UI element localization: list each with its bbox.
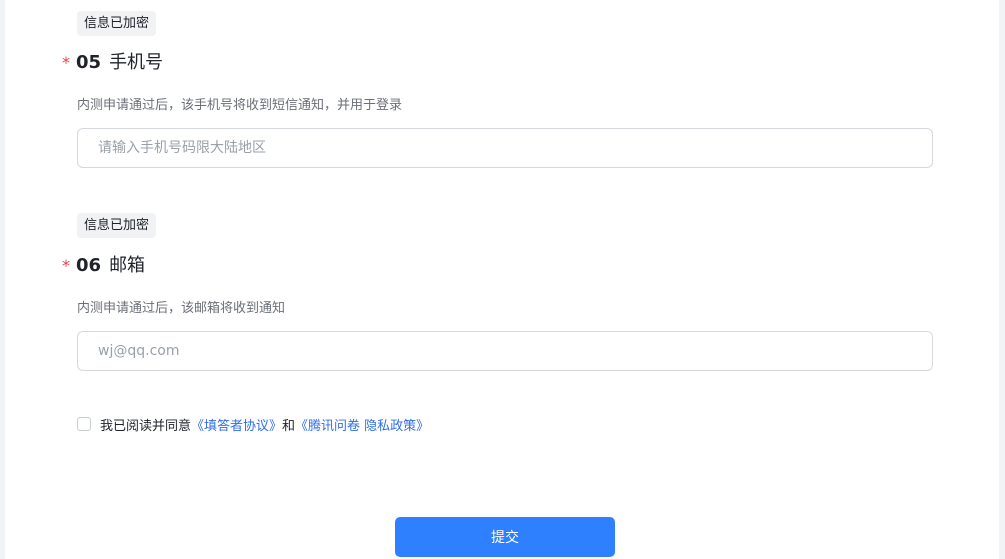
question-description: 内测申请通过后，该邮箱将收到通知 (77, 301, 286, 316)
agreement-joiner: 和 (282, 418, 296, 434)
question-number: 06 (76, 255, 102, 276)
respondent-agreement-link[interactable]: 《填答者协议》 (191, 415, 282, 434)
question-title-email: * 06 邮箱 (62, 253, 145, 279)
required-mark: * (62, 256, 70, 275)
privacy-policy-link[interactable]: 《腾讯问卷 隐私政策》 (295, 415, 429, 434)
phone-input[interactable] (77, 128, 933, 168)
question-label: 手机号 (109, 52, 164, 73)
question-number: 05 (76, 52, 102, 73)
question-label: 邮箱 (109, 255, 146, 276)
question-title-phone: * 05 手机号 (62, 50, 163, 76)
question-description: 内测申请通过后，该手机号将收到短信通知，并用于登录 (77, 98, 403, 113)
form-page: 信息已加密 * 05 手机号 内测申请通过后，该手机号将收到短信通知，并用于登录 信… (0, 0, 1005, 559)
agreement-text: 我已阅读并同意 (100, 418, 192, 434)
encrypted-badge: 信息已加密 (77, 11, 157, 36)
submit-button[interactable]: 提交 (395, 517, 615, 557)
agreement-checkbox[interactable] (77, 417, 91, 431)
encrypted-badge: 信息已加密 (77, 213, 157, 238)
email-input[interactable] (77, 331, 933, 371)
required-mark: * (62, 53, 70, 72)
agreement-row: 我已阅读并同意 《填答者协议》 和 《腾讯问卷 隐私政策》 (77, 414, 429, 434)
